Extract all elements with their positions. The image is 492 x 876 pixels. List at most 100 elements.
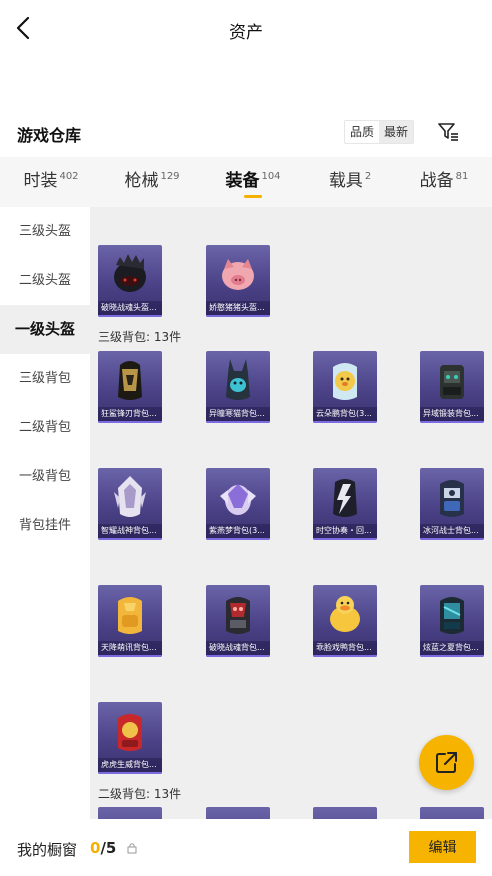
item-card[interactable]: 智耀战神背包... bbox=[98, 468, 162, 540]
share-button[interactable] bbox=[419, 735, 474, 790]
sort-option-quality[interactable]: 品质 bbox=[345, 121, 379, 143]
backpack-image bbox=[118, 597, 142, 634]
item-card[interactable] bbox=[420, 807, 484, 819]
backpack-image bbox=[226, 597, 250, 634]
showcase-current: 0 bbox=[90, 839, 101, 857]
item-name: 异瞳寒猫背包... bbox=[206, 407, 270, 421]
tab-label: 装备 bbox=[225, 171, 260, 191]
backpack-image bbox=[333, 363, 357, 400]
backpack-image bbox=[330, 596, 360, 632]
item-card[interactable]: 冰河战士背包... bbox=[420, 468, 484, 540]
item-name: 狂鲨锋刃背包... bbox=[98, 407, 162, 421]
rarity-bar bbox=[98, 655, 162, 657]
item-card[interactable]: 天降萌讯背包... bbox=[98, 585, 162, 657]
top-bar: 资产 bbox=[0, 0, 492, 58]
tab-equipment[interactable]: 装备 104 bbox=[222, 157, 284, 207]
item-card[interactable]: 异瞳寒猫背包... bbox=[206, 351, 270, 423]
edit-button[interactable]: 编辑 bbox=[409, 831, 476, 863]
item-grid: 破晓战魂头盔... 娇憨猪猪头盔... 三级背包: 13件 狂鲨锋刃背包... … bbox=[90, 207, 492, 819]
rarity-bar bbox=[420, 655, 484, 657]
rarity-bar bbox=[420, 421, 484, 423]
sidebar-item-backpack-pendant[interactable]: 背包挂件 bbox=[0, 501, 90, 550]
rarity-bar bbox=[206, 655, 270, 657]
rarity-bar bbox=[206, 315, 270, 317]
item-name: 虎虎生威背包... bbox=[98, 758, 162, 772]
item-name: 冰河战士背包... bbox=[420, 524, 484, 538]
item-card[interactable]: 破晓战魂头盔... bbox=[98, 245, 162, 317]
item-card[interactable]: 虎虎生威背包... bbox=[98, 702, 162, 774]
backpack-image bbox=[220, 484, 256, 515]
sidebar-item-level2-helmet[interactable]: 二级头盔 bbox=[0, 256, 90, 305]
showcase-label: 我的橱窗 bbox=[17, 841, 78, 859]
page-title: 资产 bbox=[229, 23, 263, 43]
sidebar-item-level3-helmet[interactable]: 三级头盔 bbox=[0, 207, 90, 256]
item-name: 异域锻装背包... bbox=[420, 407, 484, 421]
backpack-image bbox=[118, 714, 142, 751]
sub-category-sidebar: 三级头盔 二级头盔 一级头盔 三级背包 二级背包 一级背包 背包挂件 bbox=[0, 207, 90, 819]
rarity-bar bbox=[420, 538, 484, 540]
warehouse-header: 游戏仓库 品质 最新 bbox=[0, 116, 492, 152]
tab-combat-gear[interactable]: 战备 81 bbox=[416, 157, 472, 207]
item-card[interactable]: 狂鲨锋刃背包... bbox=[98, 351, 162, 423]
backpack-image bbox=[440, 365, 464, 399]
item-card[interactable]: 娇憨猪猪头盔... bbox=[206, 245, 270, 317]
backpack-image bbox=[114, 476, 146, 517]
item-name: 天降萌讯背包... bbox=[98, 641, 162, 655]
rarity-bar bbox=[98, 538, 162, 540]
item-card[interactable]: 异域锻装背包... bbox=[420, 351, 484, 423]
helmet-image bbox=[114, 254, 146, 292]
tab-count: 402 bbox=[59, 171, 79, 182]
backpack-image bbox=[226, 359, 250, 400]
showcase-total: /5 bbox=[100, 839, 117, 857]
section-header-level2-backpack: 二级背包: 13件 bbox=[98, 787, 182, 801]
helmet-image bbox=[222, 259, 254, 290]
share-icon bbox=[436, 752, 457, 773]
sort-toggle: 品质 最新 bbox=[344, 120, 415, 144]
filter-icon[interactable] bbox=[436, 120, 462, 144]
backpack-image bbox=[440, 597, 464, 634]
item-card[interactable]: 紫燕梦背包(3... bbox=[206, 468, 270, 540]
rarity-bar bbox=[98, 315, 162, 317]
sort-option-newest[interactable]: 最新 bbox=[379, 121, 414, 143]
item-card[interactable] bbox=[206, 807, 270, 819]
section-header-level3-backpack: 三级背包: 13件 bbox=[98, 330, 182, 344]
tab-count: 129 bbox=[160, 171, 180, 182]
backpack-image bbox=[440, 480, 464, 517]
tab-guns[interactable]: 枪械 129 bbox=[121, 157, 183, 207]
lock-icon bbox=[127, 843, 137, 854]
backpack-image bbox=[333, 479, 357, 517]
item-card[interactable]: 云朵鹏背包(3... bbox=[313, 351, 377, 423]
item-name: 娇憨猪猪头盔... bbox=[206, 301, 270, 315]
item-card[interactable] bbox=[98, 807, 162, 819]
sidebar-item-level1-helmet[interactable]: 一级头盔 bbox=[0, 305, 90, 354]
showcase-count: 0/5 bbox=[90, 839, 116, 857]
item-card[interactable]: 炫蓝之夏背包... bbox=[420, 585, 484, 657]
sidebar-item-level3-backpack[interactable]: 三级背包 bbox=[0, 354, 90, 403]
tab-fashion[interactable]: 时装 402 bbox=[20, 157, 82, 207]
item-card[interactable] bbox=[313, 807, 377, 819]
item-card[interactable]: 时空协奏・回... bbox=[313, 468, 377, 540]
rarity-bar bbox=[313, 421, 377, 423]
tab-active-indicator bbox=[244, 195, 262, 198]
tab-vehicles[interactable]: 载具 2 bbox=[325, 157, 375, 207]
sidebar-item-level1-backpack[interactable]: 一级背包 bbox=[0, 452, 90, 501]
tab-label: 载具 bbox=[328, 171, 363, 191]
backpack-image bbox=[118, 361, 142, 400]
category-tabs: 时装 402 枪械 129 装备 104 载具 2 战备 81 bbox=[0, 157, 492, 207]
item-card[interactable]: 乖脸戏鸭背包... bbox=[313, 585, 377, 657]
tab-label: 枪械 bbox=[124, 171, 159, 191]
item-card[interactable]: 破晓战魂背包... bbox=[206, 585, 270, 657]
item-name: 智耀战神背包... bbox=[98, 524, 162, 538]
item-name: 紫燕梦背包(3... bbox=[206, 524, 270, 538]
rarity-bar bbox=[206, 421, 270, 423]
tab-label: 战备 bbox=[419, 171, 454, 191]
sidebar-item-level2-backpack[interactable]: 二级背包 bbox=[0, 403, 90, 452]
tab-count: 81 bbox=[455, 171, 469, 182]
item-name: 破晓战魂背包... bbox=[206, 641, 270, 655]
tab-count: 104 bbox=[261, 171, 281, 182]
rarity-bar bbox=[98, 421, 162, 423]
item-name: 破晓战魂头盔... bbox=[98, 301, 162, 315]
tab-label: 时装 bbox=[23, 171, 58, 191]
rarity-bar bbox=[313, 655, 377, 657]
rarity-bar bbox=[98, 772, 162, 774]
